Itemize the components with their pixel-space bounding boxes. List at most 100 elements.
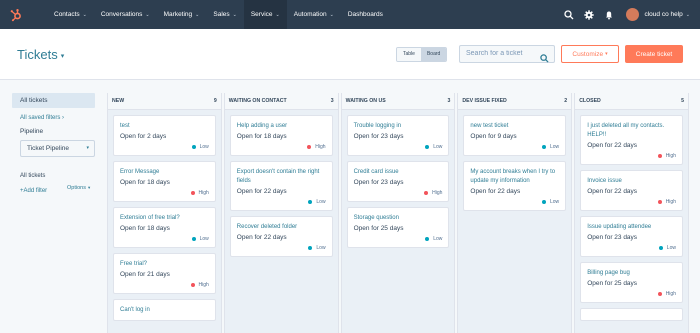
- ticket-card[interactable]: My account breaks when I try to update m…: [463, 161, 567, 211]
- ticket-card[interactable]: test Open for 2 days Low: [113, 115, 216, 156]
- priority-badge: Low: [470, 144, 559, 150]
- priority-dot-icon: [658, 246, 663, 250]
- ticket-title[interactable]: new test ticket: [470, 122, 559, 131]
- caret-down-icon: ▾: [60, 52, 65, 60]
- create-ticket-button[interactable]: Create ticket: [625, 45, 683, 63]
- options-label: Options: [67, 185, 86, 191]
- board-column: DEV ISSUE FIXED 2 new test ticket Open for …: [457, 93, 573, 333]
- ticket-title[interactable]: Storage question: [354, 214, 443, 223]
- chevron-down-icon: ⌄: [275, 11, 280, 18]
- ticket-title[interactable]: Issue updating attendee: [587, 223, 676, 232]
- priority-label: High: [665, 153, 676, 159]
- ticket-card[interactable]: Error Message Open for 18 days High: [113, 161, 216, 202]
- ticket-card[interactable]: Storage question Open for 25 days Low: [346, 207, 450, 248]
- ticket-title[interactable]: My account breaks when I try to update m…: [470, 168, 559, 186]
- ticket-status: Open for 25 days: [353, 225, 404, 232]
- ticket-card[interactable]: Issue updating attendee Open for 23 days L…: [580, 216, 683, 257]
- table-view-button[interactable]: Table: [397, 48, 421, 61]
- ticket-title[interactable]: Credit card issue: [354, 168, 443, 177]
- priority-dot-icon: [307, 145, 312, 149]
- board-column: WAITING ON US 3 Trouble logging in Open for…: [340, 93, 456, 333]
- ticket-card[interactable]: Extension of free trial? Open for 18 days…: [113, 207, 216, 248]
- ticket-title[interactable]: Free trial?: [120, 260, 209, 269]
- ticket-status: Open for 22 days: [236, 188, 287, 195]
- priority-badge: High: [237, 144, 326, 150]
- nav-item-sales[interactable]: Sales ⌄: [206, 0, 243, 29]
- ticket-card[interactable]: Free trial? Open for 21 days High: [113, 253, 216, 294]
- chevron-down-icon: ⌄: [329, 11, 334, 18]
- caret-down-icon: ▾: [605, 51, 608, 57]
- all-saved-filters-link[interactable]: All saved filters ›: [20, 115, 95, 121]
- hubspot-logo-icon[interactable]: [9, 8, 23, 22]
- column-count: 3: [330, 98, 334, 104]
- priority-dot-icon: [425, 145, 430, 149]
- nav-item-service[interactable]: Service ⌄: [243, 0, 287, 29]
- ticket-card[interactable]: Recover deleted folder Open for 22 days Lo…: [229, 216, 333, 257]
- search-icon[interactable]: [540, 50, 549, 63]
- column-count: 2: [564, 98, 568, 104]
- ticket-status: Open for 21 days: [120, 271, 170, 278]
- priority-dot-icon: [542, 145, 546, 149]
- priority-label: Low: [550, 144, 560, 150]
- avatar[interactable]: [626, 8, 640, 21]
- nav-item-automation[interactable]: Automation ⌄: [287, 0, 341, 29]
- ticket-title[interactable]: Invoice issue: [587, 177, 676, 186]
- ticket-card[interactable]: Billing page bug Open for 25 days High: [580, 262, 683, 303]
- column-header: WAITING ON CONTACT 3: [224, 93, 338, 110]
- bell-icon[interactable]: [602, 8, 616, 22]
- ticket-status: Open for 22 days: [470, 188, 521, 195]
- column-name: DEV ISSUE FIXED: [462, 98, 507, 104]
- priority-badge: High: [120, 282, 209, 288]
- ticket-title[interactable]: test: [120, 122, 209, 131]
- board-view-button[interactable]: Board: [420, 48, 447, 61]
- board-column: WAITING ON CONTACT 3 Help adding a user Ope…: [223, 93, 339, 333]
- search-input[interactable]: [466, 50, 540, 57]
- ticket-status: Open for 25 days: [587, 280, 638, 287]
- ticket-title[interactable]: Help adding a user: [237, 122, 326, 131]
- priority-badge: High: [120, 190, 209, 196]
- nav-item-label: Marketing: [163, 11, 193, 18]
- nav-item-dashboards[interactable]: Dashboards: [341, 0, 390, 29]
- ticket-card[interactable]: Help adding a user Open for 18 days High: [229, 115, 333, 156]
- column-name: NEW: [112, 98, 125, 104]
- ticket-title[interactable]: Trouble logging in: [354, 122, 443, 131]
- ticket-card[interactable]: Invoice issue Open for 22 days High: [580, 170, 683, 211]
- ticket-card[interactable]: Export doesn't contain the right fields O…: [229, 161, 333, 211]
- priority-badge: High: [587, 291, 676, 297]
- ticket-title[interactable]: Can't log in: [120, 306, 209, 315]
- ticket-status: Open for 23 days: [353, 179, 404, 186]
- page-title[interactable]: Tickets ▾: [17, 47, 64, 62]
- priority-label: Low: [199, 144, 209, 150]
- ticket-card[interactable]: [580, 308, 683, 321]
- ticket-card[interactable]: Credit card issue Open for 23 days High: [346, 161, 450, 202]
- ticket-status: Open for 18 days: [120, 179, 170, 186]
- gear-icon[interactable]: [582, 8, 596, 22]
- ticket-title[interactable]: Error Message: [120, 168, 209, 177]
- ticket-card[interactable]: I just deleted all my contacts. HELP!! Op…: [580, 115, 683, 165]
- options-dropdown[interactable]: Options ▾: [67, 185, 90, 191]
- ticket-card[interactable]: Trouble logging in Open for 23 days Low: [346, 115, 450, 156]
- priority-dot-icon: [657, 200, 662, 204]
- ticket-title[interactable]: Export doesn't contain the right fields: [237, 168, 326, 186]
- nav-item-contacts[interactable]: Contacts ⌄: [47, 0, 94, 29]
- ticket-title[interactable]: Recover deleted folder: [237, 223, 326, 232]
- ticket-card[interactable]: new test ticket Open for 9 days Low: [463, 115, 567, 156]
- nav-item-conversations[interactable]: Conversations ⌄: [94, 0, 157, 29]
- account-name: cloud co help: [644, 11, 683, 18]
- priority-label: Low: [433, 144, 443, 150]
- board-column: CLOSED 5 I just deleted all my contacts. H…: [574, 93, 689, 333]
- ticket-card[interactable]: Can't log in: [113, 299, 216, 321]
- page-title-text: Tickets: [17, 47, 58, 62]
- caret-down-icon: ▾: [87, 185, 91, 190]
- column-count: 5: [681, 98, 684, 104]
- all-tickets-view[interactable]: All tickets: [12, 93, 95, 108]
- priority-dot-icon: [191, 237, 196, 241]
- nav-item-marketing[interactable]: Marketing ⌄: [157, 0, 207, 29]
- customize-button[interactable]: Customize ▾: [561, 45, 619, 63]
- ticket-title[interactable]: Billing page bug: [587, 269, 676, 278]
- pipeline-select[interactable]: Ticket Pipeline ▾: [20, 140, 95, 157]
- ticket-title[interactable]: Extension of free trial?: [120, 214, 209, 223]
- search-icon[interactable]: [562, 8, 576, 22]
- ticket-title[interactable]: I just deleted all my contacts. HELP!!: [587, 122, 676, 140]
- account-menu[interactable]: cloud co help ⌄: [644, 11, 690, 18]
